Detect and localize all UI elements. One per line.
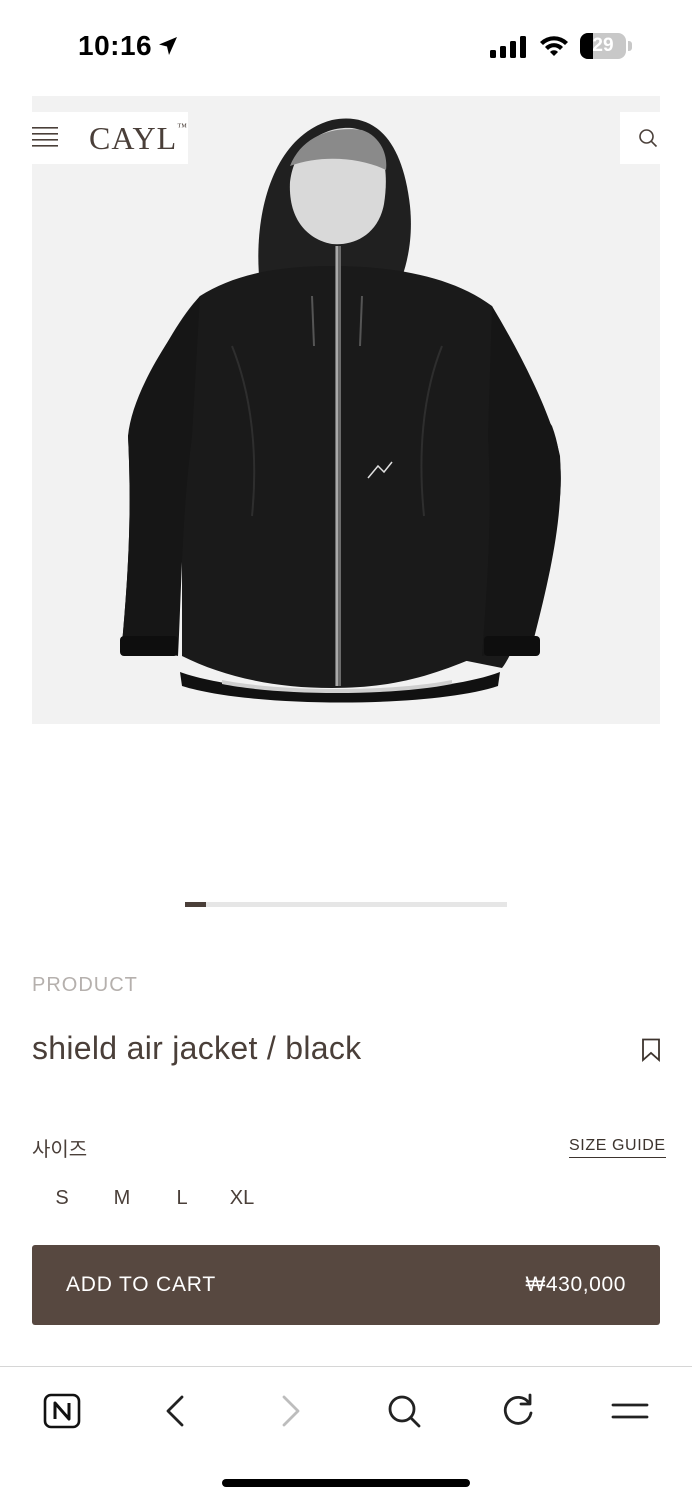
size-option-xl[interactable]: XL (212, 1178, 272, 1218)
home-indicator[interactable] (222, 1479, 470, 1487)
size-options: S M L XL (32, 1178, 272, 1218)
size-option-s[interactable]: S (32, 1178, 92, 1218)
naver-home-icon[interactable] (40, 1389, 84, 1433)
brand-trademark: ™ (177, 122, 188, 133)
add-to-cart-button[interactable]: ADD TO CART ₩430,000 (32, 1245, 660, 1325)
cellular-signal-icon (490, 36, 526, 58)
brand-name: CAYL (89, 120, 178, 156)
back-arrow-icon[interactable] (154, 1389, 198, 1433)
size-label: 사이즈 (32, 1137, 88, 1161)
brand-logo[interactable]: CAYL™ (89, 120, 188, 157)
location-arrow-icon (159, 37, 177, 55)
browser-menu-icon[interactable] (608, 1389, 652, 1433)
browser-search-icon[interactable] (382, 1389, 426, 1433)
size-guide-link[interactable]: SIZE GUIDE (569, 1137, 666, 1158)
browser-toolbar (0, 1366, 692, 1500)
product-price: ₩430,000 (525, 1273, 626, 1296)
section-label: PRODUCT (32, 974, 138, 996)
wifi-icon (540, 36, 568, 56)
forward-arrow-icon[interactable] (268, 1389, 312, 1433)
product-title: shield air jacket / black (32, 1030, 362, 1066)
reload-icon[interactable] (496, 1389, 540, 1433)
bookmark-icon[interactable] (641, 1038, 661, 1062)
menu-icon[interactable] (32, 126, 58, 148)
gallery-progress-bar[interactable] (185, 902, 507, 907)
header-search-area (620, 112, 660, 164)
status-time: 10:16 (78, 30, 153, 61)
jacket-illustration (120, 118, 561, 703)
add-to-cart-label: ADD TO CART (66, 1273, 216, 1296)
product-image[interactable] (32, 96, 660, 724)
battery-level: 29 (592, 35, 614, 56)
size-option-l[interactable]: L (152, 1178, 212, 1218)
search-icon[interactable] (638, 128, 658, 148)
status-bar: 10:16 29 (0, 0, 692, 94)
gallery-progress-indicator (185, 902, 207, 907)
battery-icon: 29 (580, 33, 632, 59)
size-option-m[interactable]: M (92, 1178, 152, 1218)
site-header: CAYL™ (32, 112, 188, 164)
